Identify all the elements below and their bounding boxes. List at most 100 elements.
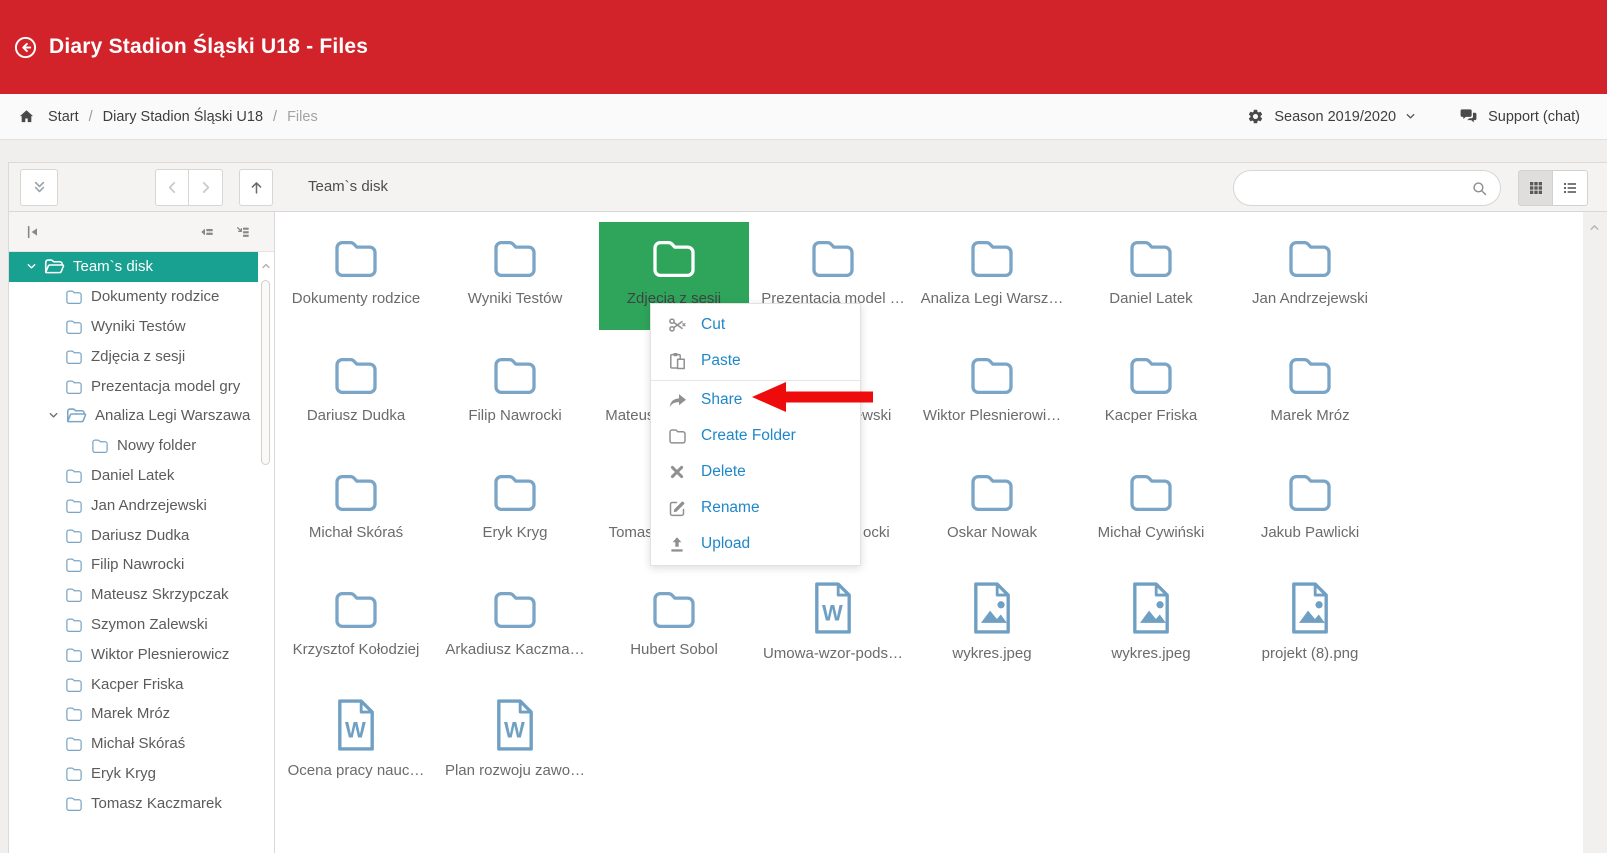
page-title: Diary Stadion Śląski U18 - Files: [49, 35, 368, 59]
menu-divider: [651, 380, 860, 381]
folder-tree: Team`s disk Dokumenty rodzice Wyniki Tes…: [9, 252, 258, 853]
tree-item[interactable]: Wiktor Plesnierowicz: [9, 639, 258, 669]
tree-item[interactable]: Mateusz Skrzypczak: [9, 580, 258, 610]
tree-item[interactable]: Jan Andrzejewski: [9, 490, 258, 520]
menu-item-delete[interactable]: Delete: [651, 454, 860, 490]
back-circle-icon[interactable]: [13, 35, 38, 60]
file-tile[interactable]: Kacper Friska: [1076, 339, 1226, 447]
file-tile[interactable]: Wiktor Plesnierowi…: [917, 339, 1067, 447]
file-tile[interactable]: Jan Andrzejewski: [1235, 222, 1385, 330]
grid-view-button[interactable]: [1518, 170, 1553, 206]
up-level-button[interactable]: [239, 169, 273, 206]
share-icon: [668, 391, 686, 409]
folder-icon: [968, 354, 1016, 394]
folder-icon: [1127, 471, 1175, 511]
tree-item[interactable]: Wyniki Testów: [9, 312, 258, 342]
search-input[interactable]: [1250, 172, 1467, 204]
tree-item[interactable]: Daniel Latek: [9, 461, 258, 491]
tree-item[interactable]: Marek Mróz: [9, 699, 258, 729]
tree-item[interactable]: Szymon Zalewski: [9, 610, 258, 640]
file-tile[interactable]: Umowa-wzor-pods…: [758, 573, 908, 681]
tree-item[interactable]: Prezentacja model gry: [9, 371, 258, 401]
paste-icon: [668, 352, 686, 370]
file-tile[interactable]: Ocena pracy nauc…: [281, 690, 431, 798]
tree-item[interactable]: Filip Nawrocki: [9, 550, 258, 580]
tree-mini-toolbar: [9, 212, 274, 252]
folder-icon: [65, 289, 83, 304]
file-tile[interactable]: wykres.jpeg: [1076, 573, 1226, 681]
app-header: Diary Stadion Śląski U18 - Files: [0, 0, 1607, 94]
word-document-icon: [811, 582, 855, 634]
chevron-down-icon[interactable]: [47, 409, 60, 422]
folder-icon: [65, 557, 83, 572]
folder-icon: [1286, 237, 1334, 277]
file-tile[interactable]: Dokumenty rodzice: [281, 222, 431, 330]
folder-icon: [65, 498, 83, 513]
file-tile[interactable]: Eryk Kryg: [440, 456, 590, 564]
delete-x-icon: [668, 463, 686, 481]
file-tile[interactable]: Jakub Pawlicki: [1235, 456, 1385, 564]
scroll-up-icon[interactable]: [260, 260, 272, 272]
support-chat-link[interactable]: Support (chat): [1488, 109, 1580, 125]
tree-item[interactable]: Kacper Friska: [9, 669, 258, 699]
breadcrumb-start[interactable]: Start: [48, 109, 79, 125]
tree-item[interactable]: Michał Skóraś: [9, 729, 258, 759]
menu-item-upload[interactable]: Upload: [651, 526, 860, 562]
list-view-button[interactable]: [1553, 170, 1588, 206]
file-tile[interactable]: Filip Nawrocki: [440, 339, 590, 447]
tree-item-teams-disk[interactable]: Team`s disk: [9, 252, 258, 282]
main-scrollbar: [1583, 212, 1607, 853]
history-forward-button[interactable]: [189, 169, 223, 206]
menu-item-cut[interactable]: Cut: [651, 307, 860, 343]
file-tile[interactable]: Arkadiusz Kaczma…: [440, 573, 590, 681]
file-tile[interactable]: wykres.jpeg: [917, 573, 1067, 681]
tree-item[interactable]: Nowy folder: [9, 431, 258, 461]
view-toggle-group: [1518, 170, 1588, 206]
collapse-panel-icon[interactable]: [25, 224, 41, 240]
tree-item-analiza-legi-warszawa[interactable]: Analiza Legi Warszawa: [9, 401, 258, 431]
chevron-right-icon: [197, 179, 214, 196]
home-icon[interactable]: [18, 108, 35, 125]
tree-item[interactable]: Tomasz Kaczmarek: [9, 788, 258, 818]
folder-icon: [65, 677, 83, 692]
scroll-up-icon[interactable]: [1588, 221, 1601, 234]
tree-item[interactable]: Dokumenty rodzice: [9, 282, 258, 312]
history-back-button[interactable]: [155, 169, 189, 206]
folder-icon: [668, 427, 686, 445]
file-tile[interactable]: Daniel Latek: [1076, 222, 1226, 330]
file-tile[interactable]: Michał Skóraś: [281, 456, 431, 564]
file-tile[interactable]: Plan rozwoju zawo…: [440, 690, 590, 798]
menu-item-paste[interactable]: Paste: [651, 343, 860, 379]
tree-scrollbar-thumb[interactable]: [261, 280, 270, 465]
breadcrumb-separator: /: [273, 109, 277, 125]
file-tile[interactable]: Dariusz Dudka: [281, 339, 431, 447]
file-tile[interactable]: Analiza Legi Warsz…: [917, 222, 1067, 330]
tree-item[interactable]: Eryk Kryg: [9, 759, 258, 789]
image-file-icon: [1288, 582, 1332, 634]
image-file-icon: [970, 582, 1014, 634]
menu-item-create-folder[interactable]: Create Folder: [651, 418, 860, 454]
collapse-all-icon[interactable]: [199, 224, 215, 240]
tree-scrollbar: [258, 252, 274, 853]
file-tile[interactable]: Krzysztof Kołodziej: [281, 573, 431, 681]
expand-all-icon[interactable]: [235, 224, 251, 240]
gear-icon: [1247, 108, 1264, 125]
tree-item[interactable]: Dariusz Dudka: [9, 520, 258, 550]
file-tile[interactable]: Hubert Sobol: [599, 573, 749, 681]
file-tile[interactable]: Wyniki Testów: [440, 222, 590, 330]
file-tile[interactable]: projekt (8).png: [1235, 573, 1385, 681]
folder-icon: [65, 617, 83, 632]
file-tile[interactable]: Michał Cywiński: [1076, 456, 1226, 564]
tree-item[interactable]: Zdjęcia z sesji: [9, 341, 258, 371]
expand-panel-button[interactable]: [20, 169, 58, 206]
search-icon[interactable]: [1471, 180, 1488, 197]
breadcrumb-diary[interactable]: Diary Stadion Śląski U18: [103, 109, 263, 125]
folder-icon: [1286, 471, 1334, 511]
season-selector[interactable]: Season 2019/2020: [1274, 109, 1396, 125]
file-tile[interactable]: Marek Mróz: [1235, 339, 1385, 447]
folder-icon: [65, 706, 83, 721]
file-tile[interactable]: Oskar Nowak: [917, 456, 1067, 564]
chevron-down-icon[interactable]: [25, 260, 38, 273]
folder-icon: [332, 471, 380, 511]
menu-item-rename[interactable]: Rename: [651, 490, 860, 526]
